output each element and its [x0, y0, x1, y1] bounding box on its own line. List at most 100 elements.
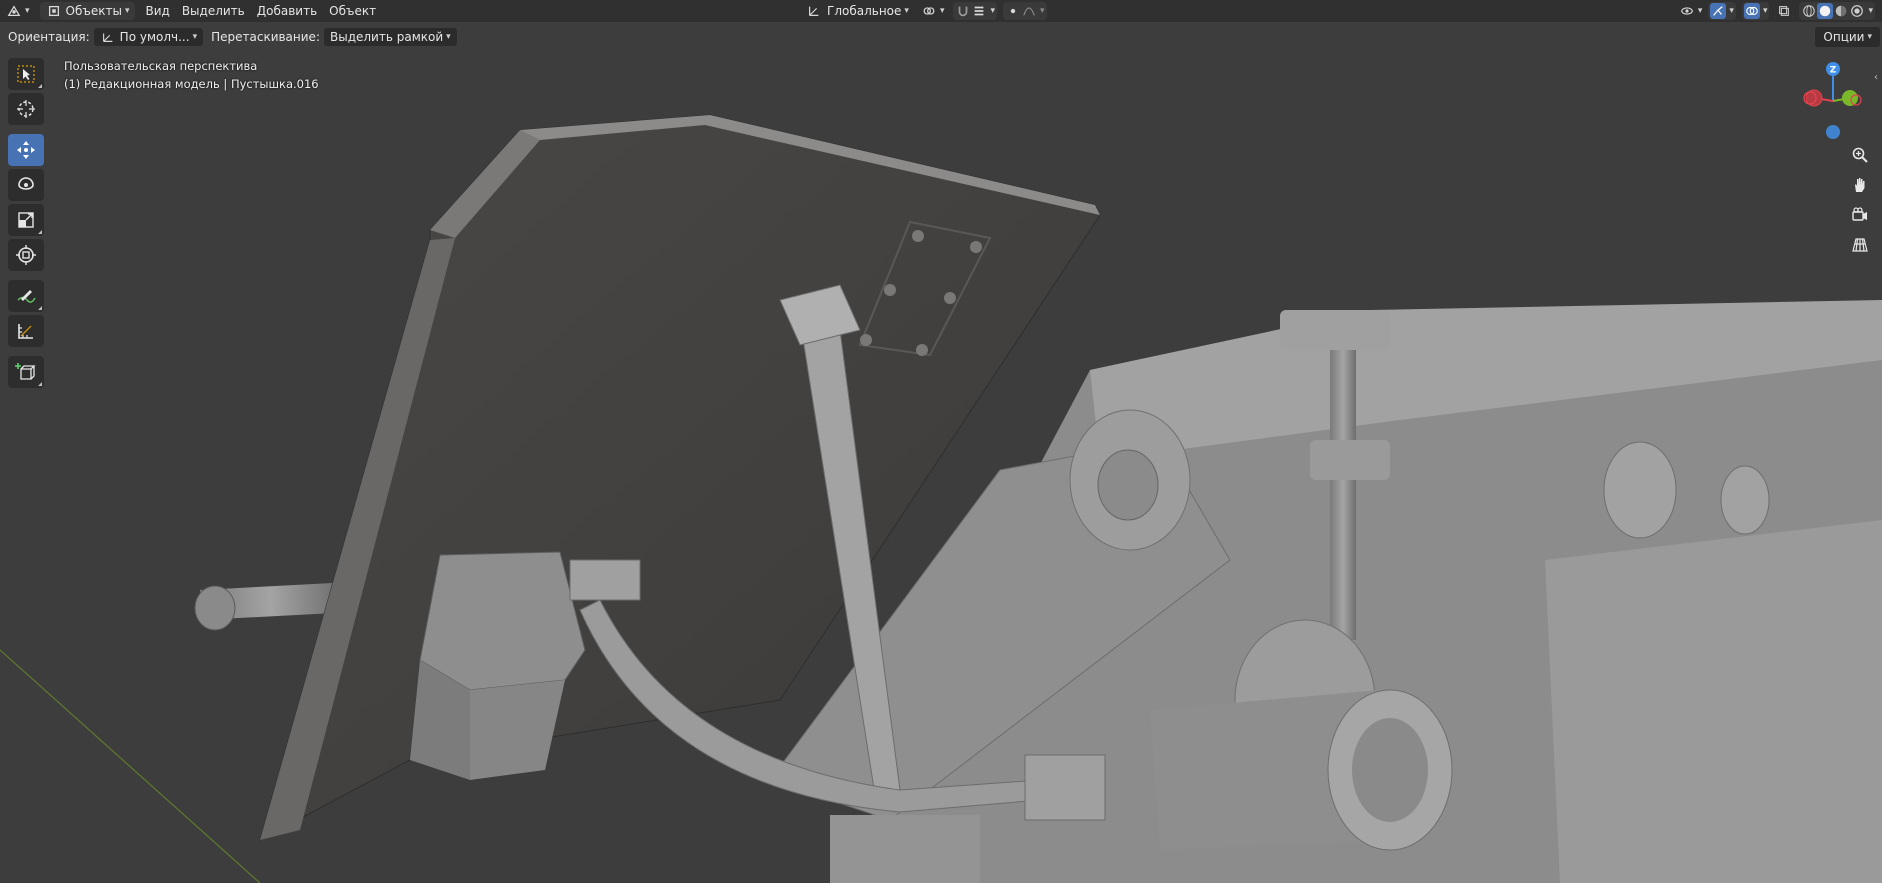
tool-corner-mark	[38, 306, 42, 310]
zoom-icon	[1852, 147, 1868, 163]
chevron-down-icon: ▾	[192, 32, 198, 42]
muzzle	[194, 585, 236, 631]
pivot-point-dropdown[interactable]: ▾	[915, 0, 951, 22]
tool-corner-mark	[38, 382, 42, 386]
view-name: Пользовательская перспектива	[64, 59, 258, 73]
equipment-box	[419, 551, 586, 691]
proportional-edit-icon[interactable]	[1005, 3, 1021, 19]
chevron-down-icon: ▾	[939, 6, 945, 16]
orientation-label: Ориентация:	[8, 30, 90, 44]
orientation-axes-icon	[100, 29, 116, 45]
menu-view[interactable]: Вид	[139, 0, 175, 22]
camera-view-button[interactable]	[1848, 203, 1872, 227]
transform-tool[interactable]	[8, 239, 44, 271]
header-right-group: ▾ ▾ ▾ ▾	[1676, 0, 1878, 22]
drag-dropdown[interactable]: Выделить рамкой ▾	[323, 28, 457, 46]
navigation-gizmo[interactable]: Z	[1784, 60, 1880, 150]
snap-group: ▾	[953, 2, 997, 20]
breech-side-face	[1545, 520, 1882, 883]
pipe-bracket	[569, 559, 641, 601]
visibility-icon	[1679, 3, 1695, 19]
grid-perspective-icon	[1852, 238, 1868, 252]
tool-corner-mark	[38, 230, 42, 234]
tool-settings-bar: Ориентация: По умолч... ▾ Перетаскивание…	[0, 26, 1882, 48]
orientation-axes-icon	[806, 3, 822, 19]
camera-icon	[1852, 207, 1867, 221]
scale-tool[interactable]	[8, 204, 44, 236]
add-cube-icon	[15, 363, 36, 380]
move-icon	[17, 141, 35, 159]
viewport-editor-icon	[6, 3, 22, 19]
menu-object[interactable]: Объект	[323, 0, 382, 22]
menu-add[interactable]: Добавить	[251, 0, 323, 22]
annotate-tool[interactable]	[8, 280, 44, 312]
scale-icon	[18, 212, 34, 228]
menu-select[interactable]: Выделить	[176, 0, 251, 22]
chevron-down-icon: ▾	[25, 6, 30, 16]
select-box-icon	[17, 65, 35, 83]
xray-icon[interactable]	[1776, 3, 1792, 19]
cursor-tool[interactable]	[8, 93, 44, 125]
post-clamp	[1280, 310, 1390, 350]
y-axis-handle	[1842, 90, 1858, 106]
falloff-curve-icon[interactable]	[1021, 3, 1037, 19]
shading-mode-group: ▾	[1799, 2, 1875, 20]
add-cube-tool[interactable]	[8, 356, 44, 388]
chevron-down-icon[interactable]: ▾	[1040, 6, 1045, 16]
options-label: Опции	[1823, 30, 1865, 44]
link-icon	[921, 3, 937, 19]
viewport-scene[interactable]	[0, 48, 1882, 883]
cursor-icon	[17, 100, 35, 118]
tool-shelf	[6, 58, 46, 391]
drag-label: Перетаскивание:	[211, 30, 320, 44]
proportional-edit-group: ▾	[1003, 2, 1047, 20]
pan-button[interactable]	[1848, 173, 1872, 197]
solid-shading-icon[interactable]	[1817, 3, 1834, 19]
chevron-down-icon[interactable]: ▾	[1763, 6, 1768, 16]
mode-label: Объекты	[65, 4, 122, 18]
tool-corner-mark	[38, 84, 42, 88]
mode-selector[interactable]: Объекты ▾	[39, 2, 136, 20]
move-tool[interactable]	[8, 134, 44, 166]
orientation-dropdown[interactable]: По умолч... ▾	[93, 28, 204, 46]
magnet-icon[interactable]	[955, 3, 971, 19]
transform-icon	[16, 245, 36, 265]
orientation-value: По умолч...	[119, 30, 190, 44]
rendered-shading-icon[interactable]	[1849, 3, 1865, 19]
wireframe-shading-icon[interactable]	[1801, 3, 1817, 19]
gizmo-toggle-group: ▾	[1708, 2, 1736, 20]
measure-tool[interactable]	[8, 315, 44, 347]
hand-icon	[1855, 178, 1865, 192]
overlay-icon[interactable]	[1743, 3, 1760, 19]
drag-value: Выделить рамкой	[329, 30, 444, 44]
chevron-down-icon: ▾	[124, 6, 130, 16]
transform-orientation-label: Глобальное	[827, 4, 902, 18]
z-axis-label: Z	[1830, 66, 1837, 76]
chevron-down-icon[interactable]: ▾	[990, 6, 995, 16]
annotate-icon	[17, 290, 36, 303]
measure-icon	[18, 324, 33, 339]
visibility-dropdown[interactable]: ▾	[1676, 0, 1706, 22]
rotate-icon	[18, 177, 34, 190]
editor-type-selector[interactable]: ▾	[0, 0, 36, 22]
transform-orientation-dropdown[interactable]: Глобальное ▾	[800, 0, 915, 22]
chevron-down-icon[interactable]: ▾	[1868, 6, 1873, 16]
sidebar-toggle-arrow[interactable]: ‹	[1874, 72, 1882, 92]
chevron-down-icon: ▾	[1867, 32, 1872, 42]
zoom-button[interactable]	[1848, 143, 1872, 167]
object-info: (1) Редакционная модель | Пустышка.016	[64, 77, 319, 91]
chevron-down-icon[interactable]: ▾	[1729, 6, 1734, 16]
snap-increment-icon[interactable]	[971, 3, 987, 19]
neg-z-axis-handle	[1826, 125, 1840, 139]
chevron-down-icon: ▾	[904, 6, 909, 16]
object-mode-icon	[46, 3, 62, 19]
select-box-tool[interactable]	[8, 58, 44, 90]
header-center-group: Глобальное ▾ ▾ ▾ ▾	[800, 0, 1050, 22]
chevron-down-icon: ▾	[446, 32, 451, 42]
options-button[interactable]: Опции ▾	[1815, 27, 1880, 47]
rotate-tool[interactable]	[8, 169, 44, 201]
material-shading-icon[interactable]	[1833, 3, 1849, 19]
y-axis-line	[0, 649, 261, 883]
gizmo-icon[interactable]	[1710, 3, 1727, 19]
perspective-toggle-button[interactable]	[1848, 233, 1872, 257]
